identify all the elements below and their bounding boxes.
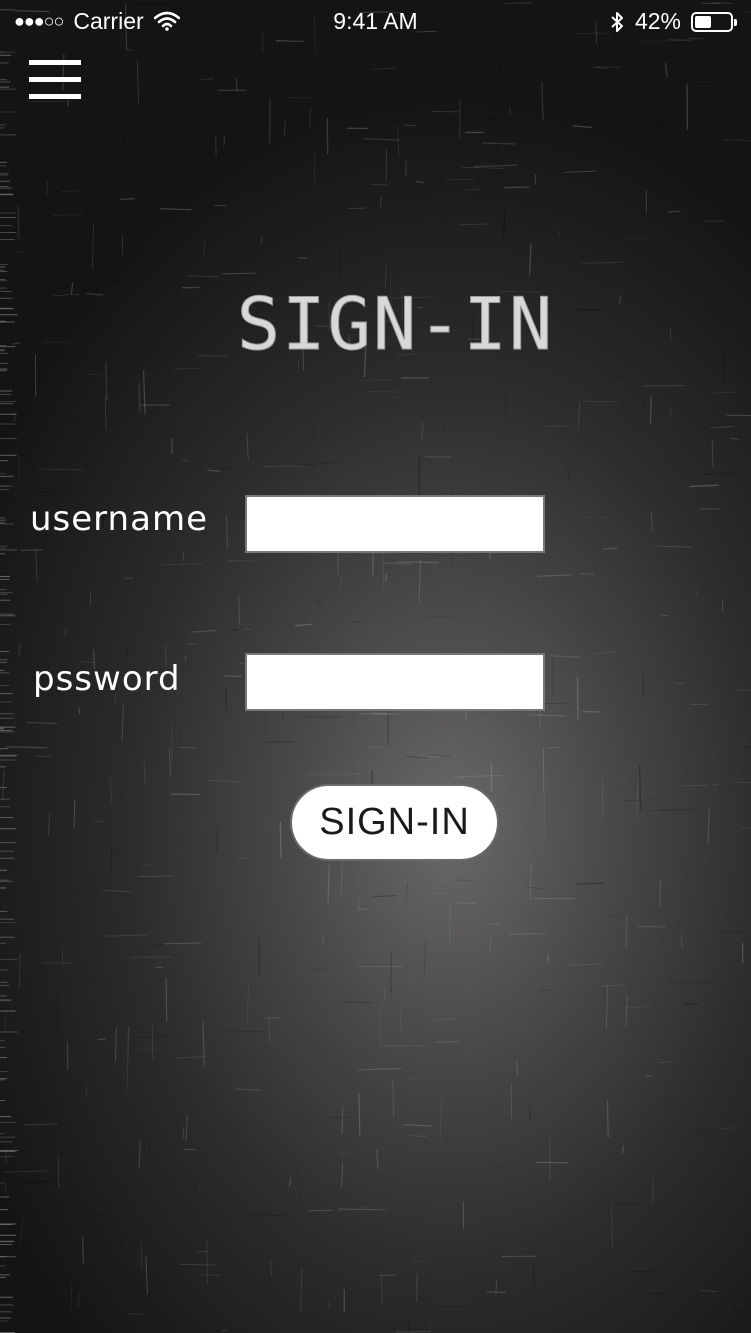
menu-bar-line bbox=[29, 94, 81, 99]
username-field[interactable] bbox=[245, 495, 545, 553]
sign-in-screen: ●●●○○ Carrier 9:41 AM 42% SIGN-IN userna… bbox=[0, 0, 751, 1333]
password-label: pssword bbox=[33, 659, 181, 699]
password-field[interactable] bbox=[245, 653, 545, 711]
right-status-area: 42% bbox=[609, 8, 737, 35]
battery-icon bbox=[691, 11, 737, 32]
menu-bar-line bbox=[29, 77, 81, 82]
page-title: SIGN-IN bbox=[236, 282, 555, 367]
hamburger-menu-icon[interactable] bbox=[29, 60, 81, 102]
bluetooth-icon bbox=[611, 11, 623, 32]
menu-bar-line bbox=[29, 60, 81, 65]
status-bar: ●●●○○ Carrier 9:41 AM 42% bbox=[0, 0, 751, 42]
sign-in-button[interactable]: SIGN-IN bbox=[290, 784, 499, 861]
username-label: username bbox=[30, 499, 208, 539]
battery-percent: 42% bbox=[634, 8, 681, 34]
